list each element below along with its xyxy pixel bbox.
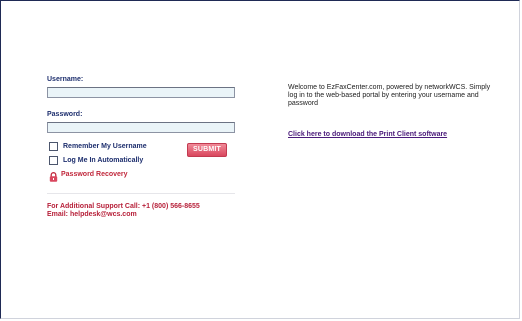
welcome-text: Welcome to EzFaxCenter.com, powered by n… bbox=[288, 84, 491, 107]
username-input[interactable] bbox=[47, 87, 235, 98]
login-form: Username: Password: Remember My Username… bbox=[47, 76, 237, 219]
download-print-client-link[interactable]: Click here to download the Print Client … bbox=[288, 131, 447, 139]
remember-username-checkbox[interactable] bbox=[49, 142, 58, 151]
support-phone: For Additional Support Call: +1 (800) 56… bbox=[47, 203, 200, 210]
password-recovery-link[interactable]: Password Recovery bbox=[47, 169, 237, 182]
password-label: Password: bbox=[47, 111, 83, 118]
remember-username-label[interactable]: Remember My Username bbox=[63, 142, 147, 151]
password-input[interactable] bbox=[47, 122, 235, 133]
password-recovery-label[interactable]: Password Recovery bbox=[61, 171, 128, 178]
username-label: Username: bbox=[47, 76, 84, 83]
auto-login-label[interactable]: Log Me In Automatically bbox=[63, 156, 143, 165]
auto-login-checkbox[interactable] bbox=[49, 156, 58, 165]
divider bbox=[47, 193, 235, 194]
submit-button[interactable]: SUBMIT bbox=[187, 143, 227, 157]
support-email: Email: helpdesk@wcs.com bbox=[47, 211, 137, 218]
lock-icon bbox=[49, 169, 58, 182]
